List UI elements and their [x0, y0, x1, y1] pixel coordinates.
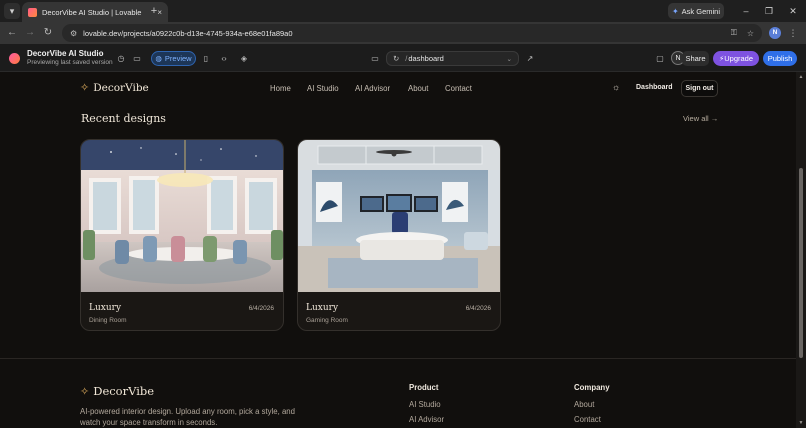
footer-brand-name: DecorVibe	[93, 384, 155, 398]
design-thumbnail-dining-room	[81, 140, 283, 292]
route-chevron-down-icon[interactable]: ⌄	[507, 55, 512, 63]
history-icon[interactable]: ◷	[115, 53, 127, 65]
section-title: Recent designs	[81, 112, 166, 125]
site-info-icon[interactable]: ⚙	[70, 29, 77, 38]
nav-link-about[interactable]: About	[408, 84, 428, 93]
tab-search-button[interactable]: ▾	[4, 3, 20, 19]
upgrade-button[interactable]: ⚡Upgrade	[713, 51, 759, 66]
lovable-logo-icon[interactable]	[9, 53, 20, 64]
ask-gemini-label: Ask Gemini	[681, 6, 721, 16]
desktop-view-icon[interactable]: ▭	[369, 53, 381, 65]
footer-heading-company: Company	[574, 383, 610, 392]
window-close-button[interactable]: ✕	[782, 3, 804, 19]
nav-link-home[interactable]: Home	[270, 84, 291, 93]
sun-icon[interactable]: ☼	[612, 82, 622, 92]
scrollbar-thumb[interactable]	[799, 168, 803, 358]
url-text: lovable.dev/projects/a0922c0b-d13e-4745-…	[83, 28, 293, 38]
route-refresh-icon[interactable]: ↻	[393, 54, 399, 63]
globe-icon: ◍	[155, 54, 162, 63]
design-style: Luxury	[306, 303, 339, 313]
layers-icon[interactable]: ◈	[238, 53, 250, 65]
view-all-link[interactable]: View all →	[683, 114, 718, 123]
file-icon[interactable]: ▯	[200, 53, 212, 65]
footer-heading-product: Product	[409, 383, 439, 392]
design-style: Luxury	[89, 303, 122, 313]
footer-link-ai-advisor[interactable]: AI Advisor	[409, 415, 444, 424]
scroll-up-arrow-icon[interactable]: ▲	[798, 74, 804, 80]
nav-link-contact[interactable]: Contact	[445, 84, 472, 93]
preview-button[interactable]: ◍ Preview	[151, 51, 196, 66]
share-button[interactable]: Share	[682, 51, 709, 66]
project-chevron-down-icon[interactable]: ⌄	[97, 49, 103, 57]
dashboard-link[interactable]: Dashboard	[636, 84, 673, 91]
sidebar-toggle-icon[interactable]: ▭	[131, 53, 143, 65]
site-brand[interactable]: ✧ DecorVibe	[80, 81, 149, 95]
tab-title: DecorVibe AI Studio | Lovable	[42, 7, 142, 17]
browser-toolbar: ← → ↻ ⚙ lovable.dev/projects/a0922c0b-d1…	[0, 22, 806, 44]
route-selector[interactable]: ↻ / dashboard ⌄	[386, 51, 519, 66]
design-room: Dining Room	[89, 317, 127, 324]
back-arrow-icon[interactable]: ←	[4, 25, 20, 41]
new-tab-button[interactable]: +	[147, 4, 161, 18]
project-name[interactable]: DecorVibe AI Studio	[27, 49, 103, 58]
window-minimize-button[interactable]: –	[735, 3, 757, 19]
preview-scrollbar[interactable]: ▲ ▼	[796, 72, 806, 428]
upgrade-label: Upgrade	[724, 54, 754, 63]
footer-description: AI-powered interior design. Upload any r…	[80, 407, 295, 427]
browser-profile-avatar[interactable]: N	[769, 27, 781, 39]
scroll-down-arrow-icon[interactable]: ▼	[798, 420, 804, 426]
footer-divider	[0, 358, 796, 359]
footer-link-ai-studio[interactable]: AI Studio	[409, 400, 441, 409]
browser-tab-strip: ▾ DecorVibe AI Studio | Lovable × + ✦ As…	[0, 0, 806, 22]
design-card[interactable]: Luxury Gaming Room 6/4/2026	[297, 139, 501, 331]
design-thumbnail-gaming-room	[298, 140, 500, 292]
open-external-icon[interactable]: ↗	[524, 53, 536, 65]
bookmark-star-icon[interactable]: ☆	[747, 29, 754, 38]
nav-link-ai-advisor[interactable]: AI Advisor	[355, 84, 390, 93]
site-header: ✧ DecorVibe Home AI Studio AI Advisor Ab…	[0, 72, 796, 106]
lovable-toolbar: DecorVibe AI Studio ⌄ Previewing last sa…	[0, 44, 806, 72]
reload-icon[interactable]: ↻	[40, 25, 56, 41]
sparkles-icon: ✧	[80, 385, 90, 398]
forward-arrow-icon[interactable]: →	[22, 25, 38, 41]
design-room: Gaming Room	[306, 317, 348, 324]
sign-out-button[interactable]: Sign out	[681, 80, 718, 97]
chat-icon[interactable]: ▢	[654, 53, 666, 65]
project-status: Previewing last saved version	[27, 59, 113, 66]
lovable-favicon-icon	[28, 7, 37, 17]
preview-viewport: ✧ DecorVibe Home AI Studio AI Advisor Ab…	[0, 72, 806, 428]
browser-menu-icon[interactable]: ⋮	[787, 25, 799, 41]
design-card[interactable]: Luxury Dining Room 6/4/2026	[80, 139, 284, 331]
site-brand-name: DecorVibe	[93, 81, 149, 94]
ask-gemini-button[interactable]: ✦ Ask Gemini	[668, 3, 724, 19]
password-key-icon[interactable]: ⚿	[731, 28, 737, 38]
publish-button[interactable]: Publish	[763, 51, 797, 66]
sparkles-icon: ✧	[80, 82, 90, 94]
design-date: 6/4/2026	[248, 305, 274, 312]
footer-brand[interactable]: ✧ DecorVibe	[80, 384, 154, 398]
footer-link-contact[interactable]: Contact	[574, 415, 601, 424]
design-date: 6/4/2026	[465, 305, 491, 312]
footer-link-about[interactable]: About	[574, 400, 594, 409]
window-maximize-button[interactable]: ❐	[758, 3, 780, 19]
gemini-sparkle-icon: ✦	[671, 6, 679, 16]
preview-label: Preview	[164, 54, 192, 63]
nav-link-ai-studio[interactable]: AI Studio	[307, 84, 339, 93]
route-path: dashboard	[408, 54, 444, 63]
code-icon[interactable]: ‹›	[218, 53, 230, 65]
address-bar[interactable]: ⚙ lovable.dev/projects/a0922c0b-d13e-474…	[62, 24, 762, 42]
